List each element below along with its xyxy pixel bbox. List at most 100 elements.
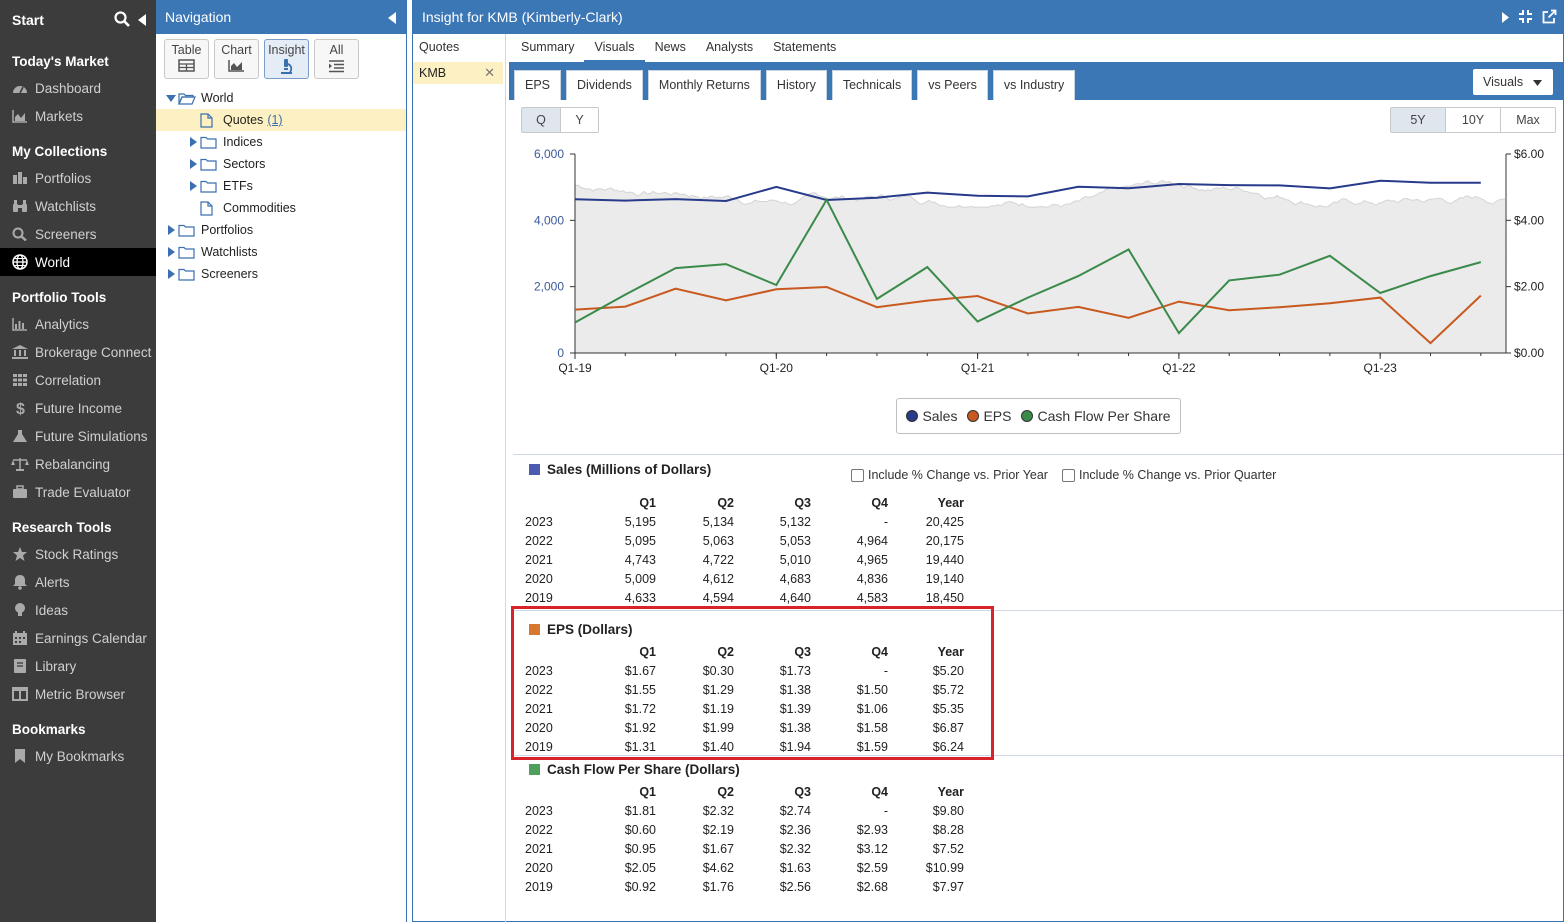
data-point-sales[interactable] — [1327, 186, 1332, 191]
external-link-icon[interactable] — [1542, 9, 1557, 27]
data-point-cash-flow-per-share[interactable] — [1478, 260, 1483, 265]
prior-quarter-checkbox[interactable]: Include % Change vs. Prior Quarter — [1062, 468, 1276, 482]
data-point-cash-flow-per-share[interactable] — [1025, 295, 1030, 300]
sidebar-item-screeners[interactable]: Screeners — [0, 220, 156, 248]
data-point-eps[interactable] — [723, 298, 728, 303]
data-point-cash-flow-per-share[interactable] — [1277, 272, 1282, 277]
data-point-sales[interactable] — [874, 195, 879, 200]
data-point-cash-flow-per-share[interactable] — [1327, 253, 1332, 258]
data-point-eps[interactable] — [1025, 311, 1030, 316]
sidebar-item-watchlists[interactable]: Watchlists — [0, 192, 156, 220]
data-point-eps[interactable] — [1378, 295, 1383, 300]
data-point-eps[interactable] — [1428, 341, 1433, 346]
data-point-eps[interactable] — [1176, 299, 1181, 304]
sidebar-item-metric-browser[interactable]: Metric Browser — [0, 680, 156, 708]
visual-tab-history[interactable]: History — [765, 70, 827, 100]
data-point-sales[interactable] — [1227, 183, 1232, 188]
tree-item-etfs[interactable]: ETFs — [156, 175, 406, 197]
chevron-right-icon[interactable] — [164, 247, 178, 257]
data-point-cash-flow-per-share[interactable] — [824, 197, 829, 202]
data-point-sales[interactable] — [1378, 178, 1383, 183]
legend-item-sales[interactable]: Sales — [906, 408, 957, 424]
data-point-eps[interactable] — [774, 287, 779, 292]
data-point-cash-flow-per-share[interactable] — [774, 283, 779, 288]
sidebar-item-ideas[interactable]: Ideas — [0, 596, 156, 624]
visual-tab-vs-peers[interactable]: vs Peers — [917, 70, 988, 100]
search-icon[interactable] — [114, 11, 130, 30]
compress-icon[interactable] — [1518, 9, 1533, 27]
data-point-cash-flow-per-share[interactable] — [925, 265, 930, 270]
data-point-eps[interactable] — [1478, 293, 1483, 298]
sidebar-item-library[interactable]: Library — [0, 652, 156, 680]
data-point-eps[interactable] — [1126, 315, 1131, 320]
data-point-cash-flow-per-share[interactable] — [623, 292, 628, 297]
data-point-cash-flow-per-share[interactable] — [1378, 290, 1383, 295]
sidebar-item-my-bookmarks[interactable]: My Bookmarks — [0, 742, 156, 770]
sidebar-item-alerts[interactable]: Alerts — [0, 568, 156, 596]
chevron-right-icon[interactable] — [164, 269, 178, 279]
data-point-sales[interactable] — [1025, 194, 1030, 199]
tab-news[interactable]: News — [645, 34, 696, 62]
data-point-eps[interactable] — [874, 305, 879, 310]
tree-item-screeners[interactable]: Screeners — [156, 263, 406, 285]
data-point-eps[interactable] — [623, 304, 628, 309]
data-point-sales[interactable] — [1478, 180, 1483, 185]
tree-item-watchlists[interactable]: Watchlists — [156, 241, 406, 263]
quote-item-kmb[interactable]: KMB ✕ — [413, 62, 503, 84]
sidebar-item-earnings-calendar[interactable]: Earnings Calendar — [0, 624, 156, 652]
data-point-eps[interactable] — [1327, 301, 1332, 306]
tab-visuals[interactable]: Visuals — [584, 34, 645, 62]
chevron-right-icon[interactable] — [186, 137, 200, 147]
range-5y-button[interactable]: 5Y — [1391, 108, 1445, 132]
data-point-sales[interactable] — [723, 198, 728, 203]
data-point-sales[interactable] — [774, 184, 779, 189]
data-point-cash-flow-per-share[interactable] — [975, 319, 980, 324]
view-chart-button[interactable]: Chart — [214, 39, 259, 79]
data-point-eps[interactable] — [573, 307, 578, 312]
period-y-button[interactable]: Y — [560, 108, 598, 132]
data-point-eps[interactable] — [925, 298, 930, 303]
chevron-down-icon[interactable] — [164, 94, 178, 102]
tree-item-indices[interactable]: Indices — [156, 131, 406, 153]
sidebar-item-stock-ratings[interactable]: Stock Ratings — [0, 540, 156, 568]
checkbox-box[interactable] — [851, 468, 864, 482]
view-all-button[interactable]: All — [314, 39, 359, 79]
expand-right-icon[interactable] — [1502, 10, 1509, 26]
tab-analysts[interactable]: Analysts — [696, 34, 763, 62]
visual-tab-eps[interactable]: EPS — [514, 70, 562, 100]
data-point-sales[interactable] — [1277, 183, 1282, 188]
range-max-button[interactable]: Max — [1500, 108, 1555, 132]
data-point-eps[interactable] — [824, 284, 829, 289]
sidebar-item-analytics[interactable]: Analytics — [0, 310, 156, 338]
range-10y-button[interactable]: 10Y — [1445, 108, 1500, 132]
data-point-cash-flow-per-share[interactable] — [1227, 278, 1232, 283]
sidebar-item-dashboard[interactable]: Dashboard — [0, 74, 156, 102]
data-point-sales[interactable] — [925, 190, 930, 195]
tree-item-world[interactable]: World — [156, 87, 406, 109]
legend-item-eps[interactable]: EPS — [967, 408, 1011, 424]
view-table-button[interactable]: Table — [164, 39, 209, 79]
sidebar-item-portfolios[interactable]: Portfolios — [0, 164, 156, 192]
close-icon[interactable]: ✕ — [484, 65, 495, 81]
data-point-sales[interactable] — [573, 197, 578, 202]
sidebar-item-future-income[interactable]: $ Future Income — [0, 394, 156, 422]
data-point-sales[interactable] — [1076, 184, 1081, 189]
legend-item-cash-flow-per-share[interactable]: Cash Flow Per Share — [1021, 408, 1171, 424]
chevron-right-icon[interactable] — [186, 181, 200, 191]
tree-item-portfolios[interactable]: Portfolios — [156, 219, 406, 241]
tree-item-sectors[interactable]: Sectors — [156, 153, 406, 175]
visual-tab-dividends[interactable]: Dividends — [566, 70, 643, 100]
data-point-eps[interactable] — [673, 286, 678, 291]
view-insight-button[interactable]: Insight — [264, 39, 309, 79]
data-point-eps[interactable] — [1227, 308, 1232, 313]
tab-summary[interactable]: Summary — [511, 34, 584, 62]
chevron-right-icon[interactable] — [164, 225, 178, 235]
tab-statements[interactable]: Statements — [763, 34, 846, 62]
sidebar-item-correlation[interactable]: Correlation — [0, 366, 156, 394]
data-point-cash-flow-per-share[interactable] — [673, 266, 678, 271]
data-point-eps[interactable] — [1277, 305, 1282, 310]
sidebar-item-markets[interactable]: Markets — [0, 102, 156, 130]
visual-tab-monthly-returns[interactable]: Monthly Returns — [647, 70, 761, 100]
data-point-cash-flow-per-share[interactable] — [723, 262, 728, 267]
visual-tab-technicals[interactable]: Technicals — [831, 70, 913, 100]
